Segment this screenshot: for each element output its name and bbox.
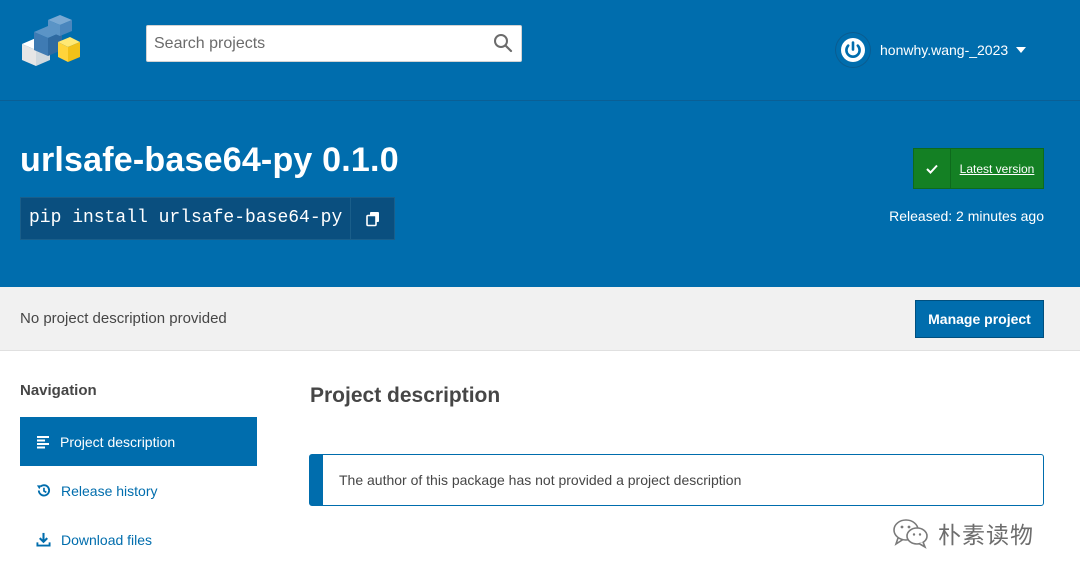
package-banner: urlsafe-base64-py 0.1.0 pip install urls… <box>0 100 1080 287</box>
sidebar-item-label: Project description <box>60 433 176 450</box>
package-summary-bar: No project description provided Manage p… <box>0 287 1080 351</box>
watermark-text: 朴素读物 <box>938 522 1034 548</box>
sidebar-item-release-history[interactable]: Release history <box>20 466 257 515</box>
pypi-logo[interactable] <box>18 12 82 72</box>
latest-version-badge[interactable]: Latest version <box>913 148 1044 189</box>
navigation-heading: Navigation <box>20 382 97 399</box>
sidebar-item-download-files[interactable]: Download files <box>20 515 257 564</box>
pip-install-command[interactable]: pip install urlsafe-base64-py <box>21 198 350 239</box>
history-icon <box>36 484 51 497</box>
sidebar-item-project-description[interactable]: Project description <box>20 417 257 466</box>
user-menu[interactable]: honwhy.wang-_2023 <box>836 30 1027 70</box>
caret-down-icon[interactable] <box>1016 47 1027 53</box>
manage-project-button[interactable]: Manage project <box>915 300 1044 338</box>
sidebar-item-label: Download files <box>61 531 153 548</box>
latest-version-link[interactable]: Latest version <box>951 149 1043 188</box>
download-icon <box>36 532 51 547</box>
copy-icon <box>365 211 379 226</box>
search-icon[interactable] <box>493 33 513 53</box>
watermark: 朴素读物 <box>892 516 1034 550</box>
search-input[interactable] <box>147 26 487 61</box>
align-left-icon <box>37 435 49 448</box>
username[interactable]: honwhy.wang-_2023 <box>880 42 1008 58</box>
user-avatar-icon[interactable] <box>836 33 870 67</box>
wechat-icon <box>893 519 928 549</box>
package-title: urlsafe-base64-py 0.1.0 <box>20 141 399 179</box>
search-box[interactable] <box>146 25 522 62</box>
copy-button[interactable] <box>350 198 395 239</box>
check-icon <box>914 149 951 188</box>
no-description-callout: The author of this package has not provi… <box>309 454 1044 506</box>
pip-install-box: pip install urlsafe-base64-py <box>20 197 396 240</box>
release-date: Released: 2 minutes ago <box>889 208 1044 224</box>
sidebar-item-label: Release history <box>61 482 158 499</box>
callout-text: The author of this package has not provi… <box>339 472 742 488</box>
top-navbar: honwhy.wang-_2023 <box>0 0 1080 100</box>
pypi-cubes-logo-icon <box>22 15 80 66</box>
package-summary: No project description provided <box>20 310 227 327</box>
project-description-heading: Project description <box>310 384 501 407</box>
